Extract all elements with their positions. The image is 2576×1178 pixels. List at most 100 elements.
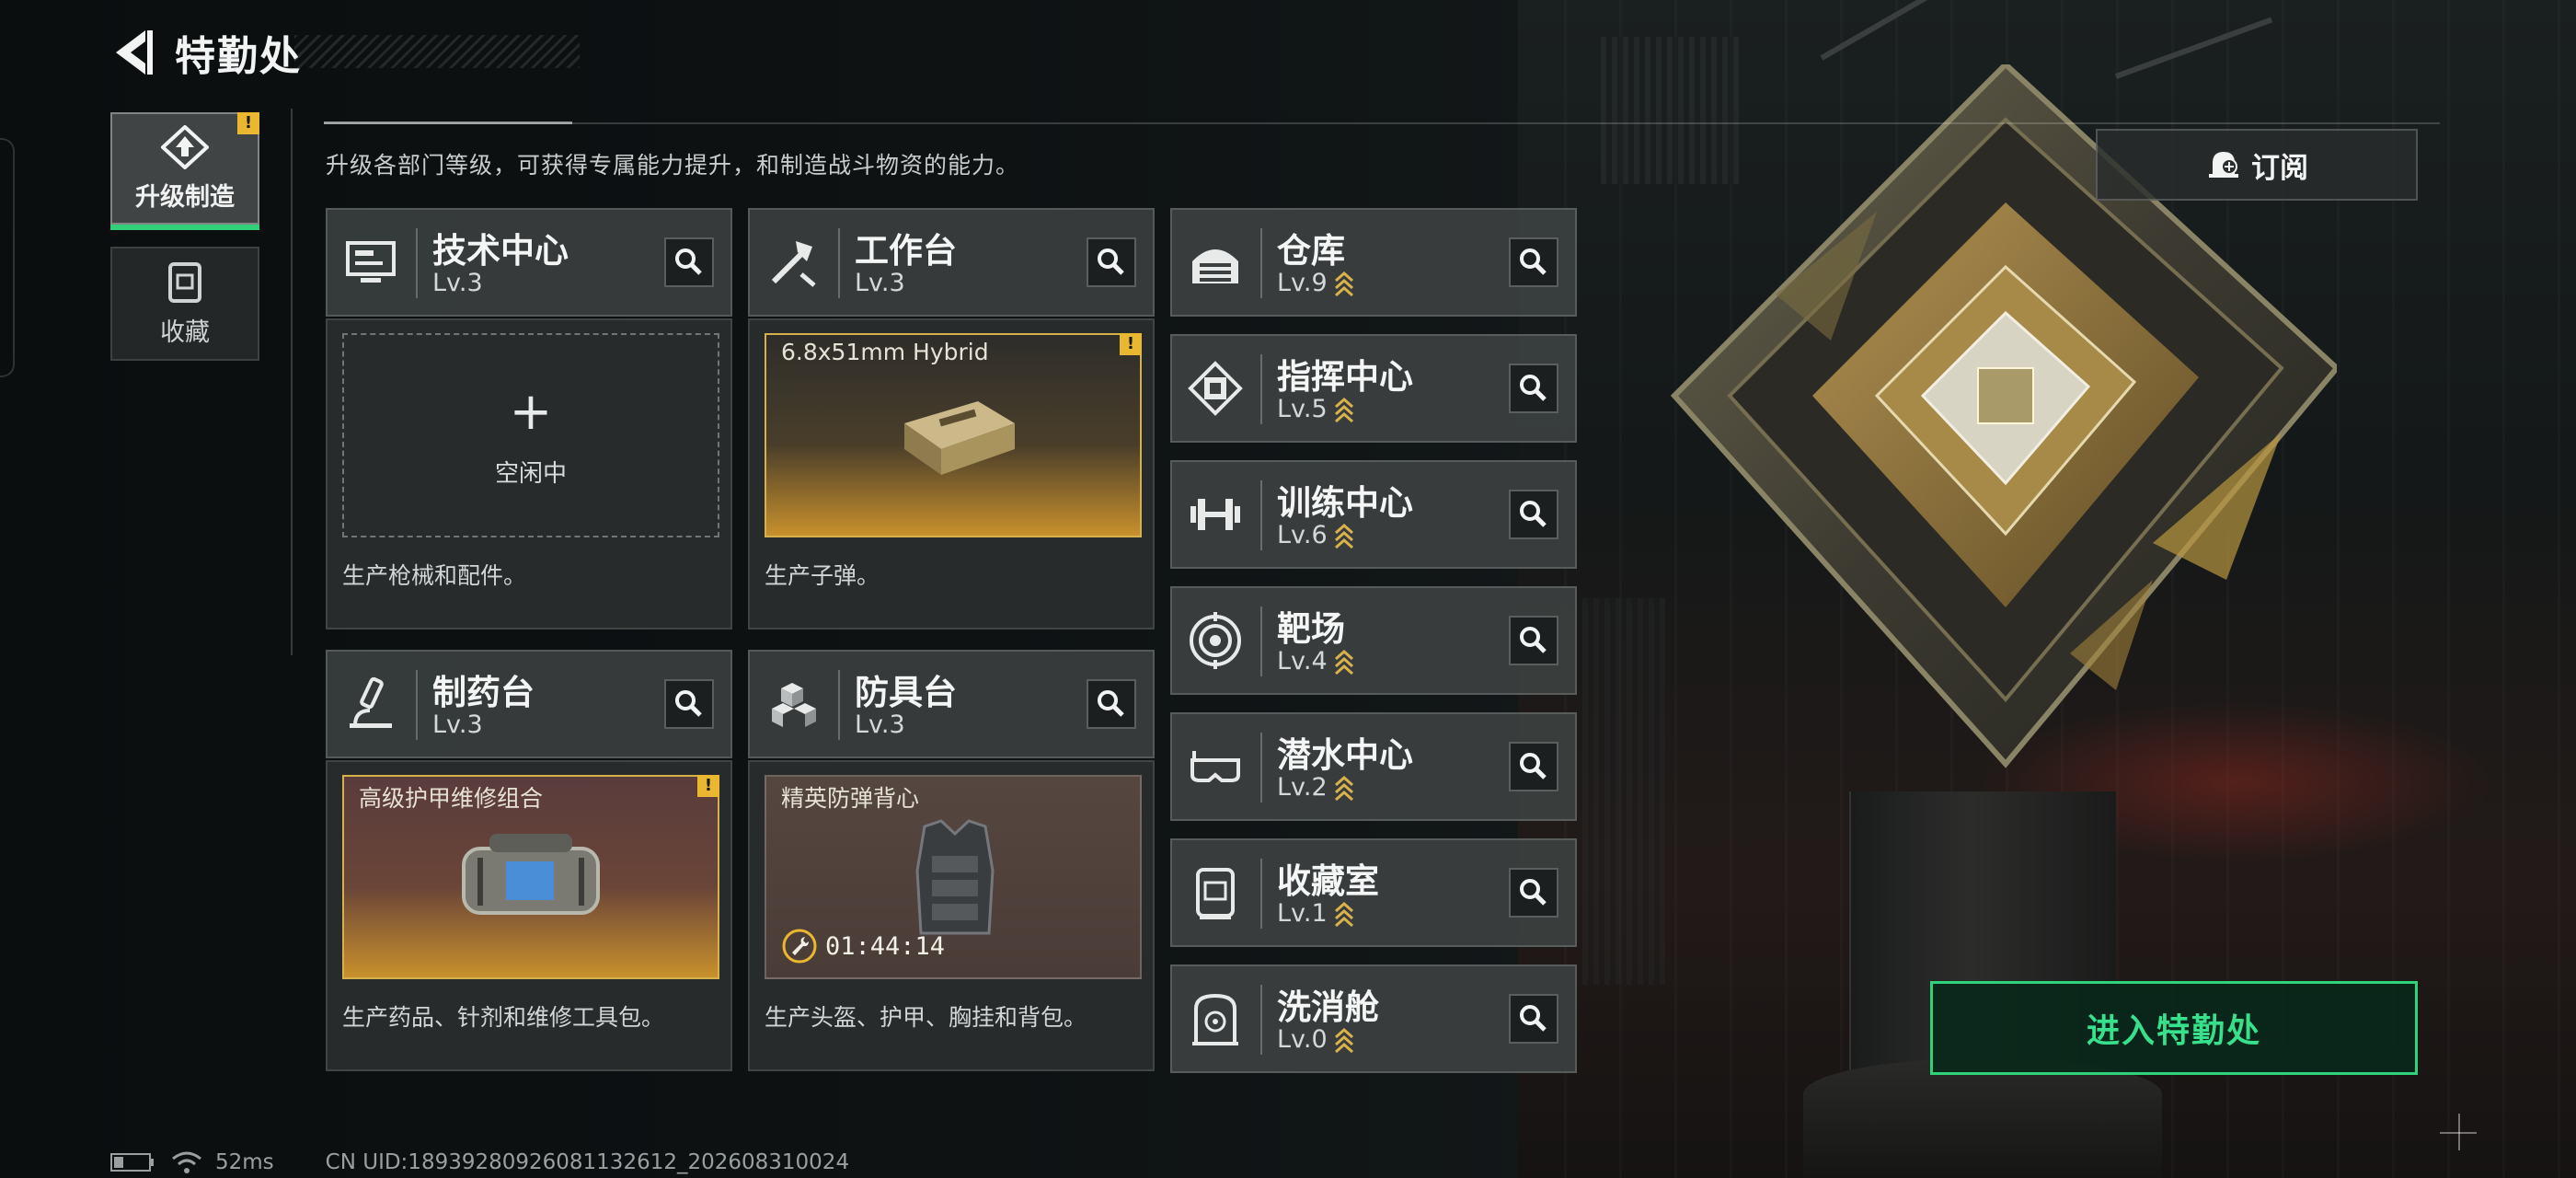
search-icon xyxy=(1520,1005,1547,1032)
row-separator xyxy=(1260,480,1262,550)
corner-crosshair xyxy=(2440,1132,2477,1134)
production-panel-tech-center: + 空闲中 生产枪械和配件。 xyxy=(326,318,732,629)
production-slot-crafting[interactable]: 精英防弹背心 01:44:14 xyxy=(765,775,1142,979)
dept-level: Lv.0 xyxy=(1277,1025,1328,1054)
item-name: 高级护甲维修组合 xyxy=(359,785,544,812)
uid-text: CN UID:18939280926081132612_202608310024 xyxy=(325,1150,850,1174)
header-separator xyxy=(838,670,840,740)
dept-level: Lv.1 xyxy=(1277,899,1328,928)
dept-level: Lv.3 xyxy=(855,269,905,297)
production-slot-ready[interactable]: 高级护甲维修组合 ! xyxy=(342,775,719,979)
page-title: 特勤处 xyxy=(175,33,302,80)
item-name: 精英防弹背心 xyxy=(781,785,920,812)
upgrade-chevron-icon xyxy=(1334,649,1353,675)
dept-row-diving-center[interactable]: 潜水中心 Lv.2 xyxy=(1170,712,1577,821)
dept-row-decon-chamber[interactable]: 洗消舱 Lv.0 xyxy=(1170,964,1577,1073)
dept-row-training-center[interactable]: 训练中心 Lv.6 xyxy=(1170,460,1577,569)
dept-header-workbench[interactable]: 工作台 Lv.3 xyxy=(748,208,1155,317)
search-icon xyxy=(1520,627,1547,653)
dept-header-tech-center[interactable]: 技术中心 Lv.3 xyxy=(326,208,732,317)
dept-row-collection-room[interactable]: 收藏室 Lv.1 xyxy=(1170,838,1577,947)
tab-label: 升级制造 xyxy=(135,182,235,212)
dept-level: Lv.6 xyxy=(1277,521,1328,549)
dept-name: 仓库 xyxy=(1277,231,1345,271)
inspect-button[interactable] xyxy=(1087,679,1136,729)
back-arrow-icon[interactable] xyxy=(109,27,155,78)
armor-bench-icon xyxy=(772,683,816,727)
level-row: Lv.6 xyxy=(1277,521,1355,549)
dept-name: 收藏室 xyxy=(1277,861,1379,901)
dept-row-shooting-range[interactable]: 靶场 Lv.4 xyxy=(1170,586,1577,695)
dept-level: Lv.9 xyxy=(1277,269,1328,297)
inspect-button[interactable] xyxy=(1087,237,1136,287)
dept-header-pharmacy[interactable]: 制药台 Lv.3 xyxy=(326,650,732,758)
upgrade-chevron-icon xyxy=(1334,901,1353,927)
production-panel-pharmacy: 高级护甲维修组合 ! 生产药品、针剂和维修工具包。 xyxy=(326,760,732,1071)
production-panel-workbench: 6.8x51mm Hybrid ! 生产子弹。 xyxy=(748,318,1155,629)
dept-description: 生产子弹。 xyxy=(765,562,880,589)
decon-chamber-icon xyxy=(1192,993,1238,1045)
side-divider xyxy=(291,109,293,655)
row-separator xyxy=(1260,228,1262,298)
armor-vest-icon xyxy=(915,819,995,935)
search-icon xyxy=(1520,879,1547,906)
title-hatch-decoration xyxy=(294,35,580,68)
collection-room-icon xyxy=(1196,868,1235,919)
dept-name: 训练中心 xyxy=(1277,483,1413,523)
bell-plus-icon xyxy=(2209,152,2238,178)
dept-description: 生产药品、针剂和维修工具包。 xyxy=(342,1004,665,1031)
tab-collection[interactable]: 收藏 xyxy=(110,247,259,361)
top-divider xyxy=(324,122,2440,124)
inspect-button[interactable] xyxy=(1509,742,1558,791)
level-row: Lv.2 xyxy=(1277,773,1355,802)
enter-button-label: 进入特勤处 xyxy=(2086,1012,2261,1050)
production-panel-armor-bench: 精英防弹背心 01:44:14 生产头盔、护甲、胸挂和背包。 xyxy=(748,760,1155,1071)
dept-name: 防具台 xyxy=(855,673,957,712)
inspect-button[interactable] xyxy=(664,237,714,287)
production-slot-idle[interactable]: + 空闲中 xyxy=(342,333,719,537)
dept-level: Lv.3 xyxy=(855,710,905,739)
inspect-button[interactable] xyxy=(1509,994,1558,1044)
repair-kit-bag-icon xyxy=(462,834,600,915)
description-text: 升级各部门等级，可获得专属能力提升，和制造战斗物资的能力。 xyxy=(326,152,1020,179)
subscribe-label: 订阅 xyxy=(2251,151,2308,185)
upgrade-chevron-icon xyxy=(1334,775,1353,801)
collection-icon xyxy=(168,261,201,303)
dept-row-command-center[interactable]: 指挥中心 Lv.5 xyxy=(1170,334,1577,443)
header-separator xyxy=(416,670,418,740)
subscribe-button[interactable]: 订阅 xyxy=(2096,129,2418,201)
production-slot-ready[interactable]: 6.8x51mm Hybrid ! xyxy=(765,333,1142,537)
search-icon xyxy=(1520,248,1547,275)
header-separator xyxy=(838,228,840,298)
inspect-button[interactable] xyxy=(1509,868,1558,918)
level-row: Lv.0 xyxy=(1277,1025,1355,1054)
dept-level: Lv.4 xyxy=(1277,647,1328,676)
inspect-button[interactable] xyxy=(1509,237,1558,287)
tech-center-icon xyxy=(346,241,396,283)
tab-label: 收藏 xyxy=(160,318,210,347)
left-edge-handle xyxy=(0,138,15,377)
enter-special-ops-button[interactable]: 进入特勤处 xyxy=(1930,981,2418,1075)
dept-header-armor-bench[interactable]: 防具台 Lv.3 xyxy=(748,650,1155,758)
workbench-icon xyxy=(771,241,816,287)
inspect-button[interactable] xyxy=(1509,616,1558,665)
dept-name: 潜水中心 xyxy=(1277,735,1413,775)
alert-badge: ! xyxy=(697,775,719,797)
cube-pillar-base xyxy=(1803,1058,2162,1178)
search-icon xyxy=(1520,753,1547,780)
item-name: 6.8x51mm Hybrid xyxy=(781,339,989,365)
dept-row-warehouse[interactable]: 仓库 Lv.9 xyxy=(1170,208,1577,317)
tab-upgrade-build[interactable]: 升级制造 ! xyxy=(110,112,259,230)
header-separator xyxy=(416,228,418,298)
header: 特勤处 xyxy=(109,22,302,83)
inspect-button[interactable] xyxy=(1509,490,1558,539)
inspect-button[interactable] xyxy=(1509,364,1558,413)
top-divider-highlight xyxy=(324,121,572,124)
upgrade-chevron-icon xyxy=(1334,523,1353,549)
dept-level: Lv.5 xyxy=(1277,395,1328,423)
inspect-button[interactable] xyxy=(664,679,714,729)
level-row: Lv.5 xyxy=(1277,395,1355,423)
dept-name: 洗消舱 xyxy=(1277,987,1379,1027)
add-production-icon: + xyxy=(509,382,553,442)
dept-name: 制药台 xyxy=(432,673,535,712)
